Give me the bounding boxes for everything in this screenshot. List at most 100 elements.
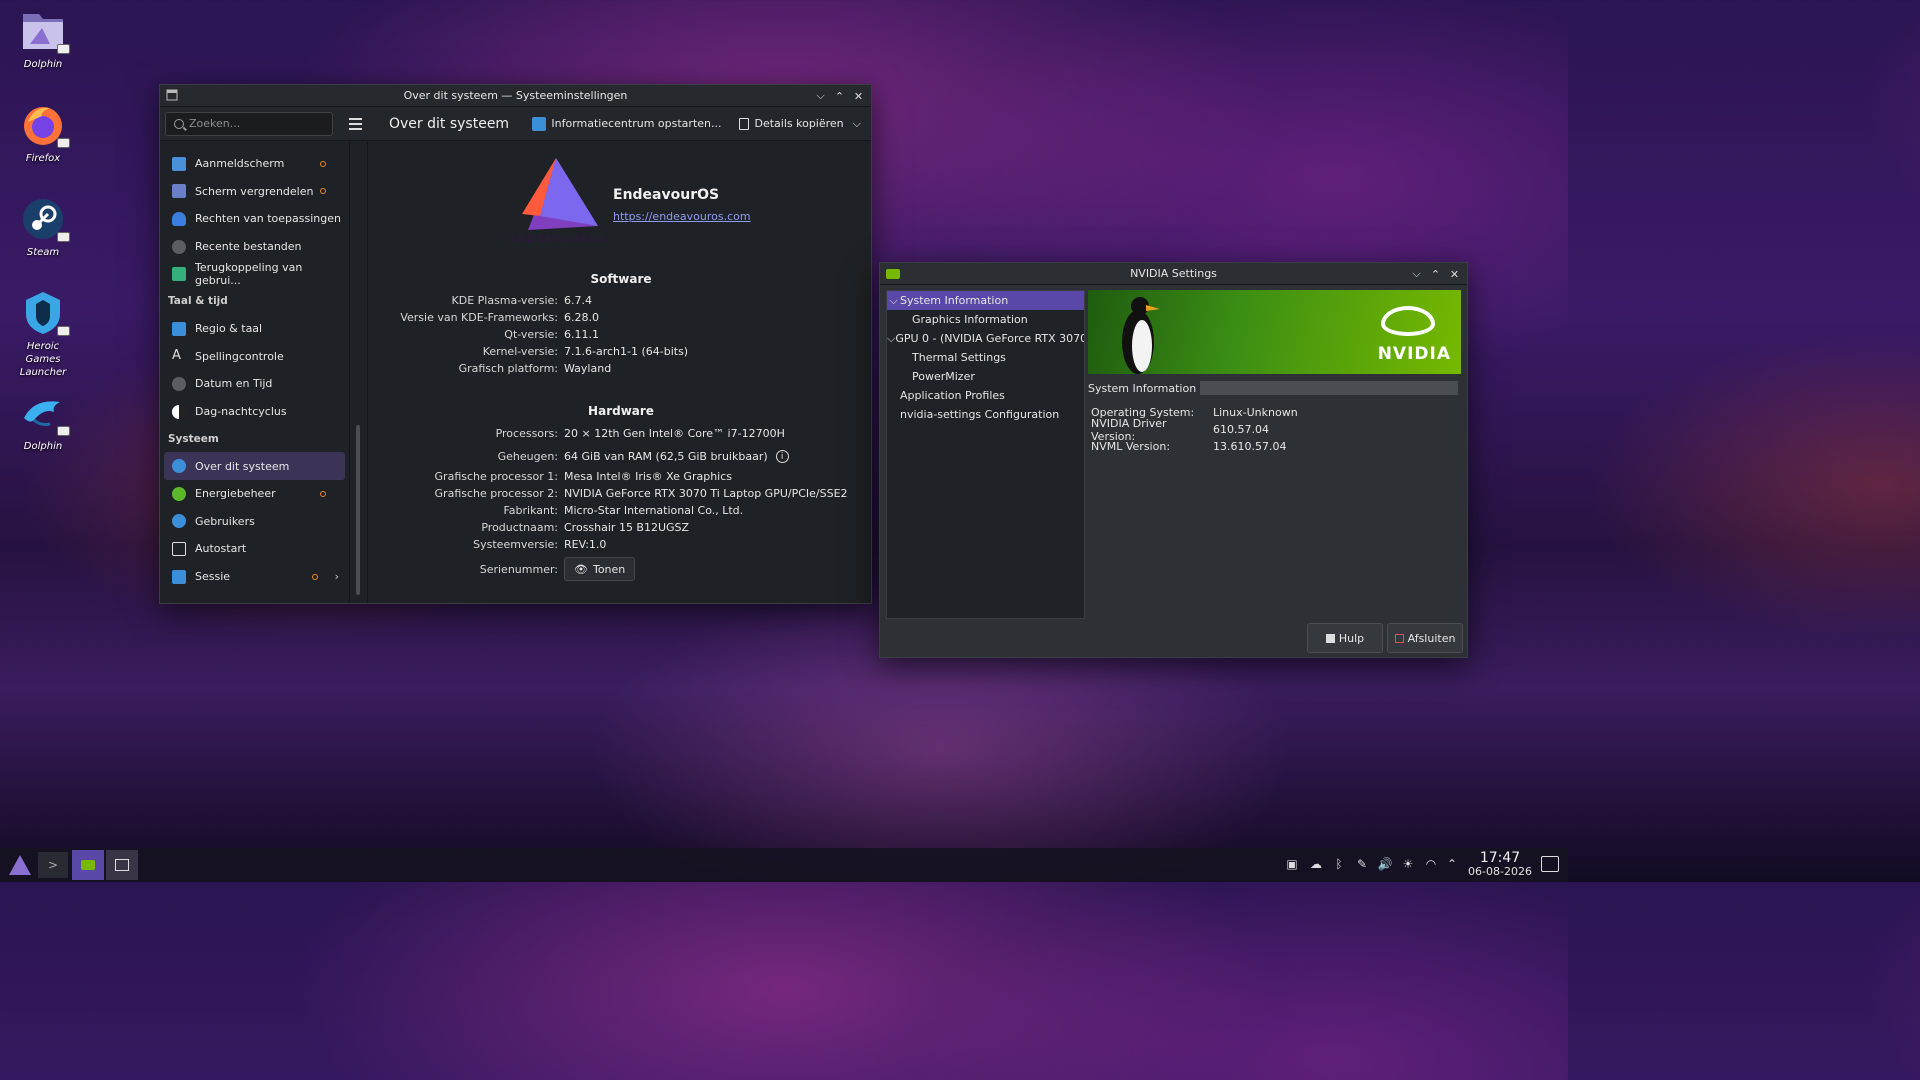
info-key: NVIDIA Driver Version: [1091, 416, 1167, 443]
task-konsole[interactable]: > [38, 852, 68, 878]
section-label: System Information [1088, 381, 1197, 395]
brightness-tray-icon[interactable]: ☀ [1400, 856, 1416, 872]
show-serial-button[interactable]: 👁 Tonen [564, 557, 636, 581]
kv-key: Processors: [495, 427, 558, 440]
distro-url-link[interactable]: https://endeavouros.com [613, 210, 751, 223]
search-placeholder: Zoeken... [189, 117, 241, 130]
sidebar-item-scherm-vergrendelen[interactable]: Scherm vergrendelen [164, 178, 345, 206]
clock[interactable]: 17:47 06-08-2026 [1464, 851, 1536, 879]
kv-row: Geheugen: 64 GiB van RAM (62,5 GiB bruikb… [368, 445, 848, 468]
copy-details-button[interactable]: Details kopiëren ⌵ [739, 117, 861, 131]
sidebar-item-energiebeheer[interactable]: Energiebeheer [164, 480, 345, 508]
firefox-icon [20, 102, 70, 148]
tree-item-application-profiles[interactable]: Application Profiles [887, 386, 1084, 405]
sidebar-item-sessie[interactable]: Sessie › [164, 563, 345, 591]
tree-item-nvidia-settings-config[interactable]: nvidia-settings Configuration [887, 405, 1084, 424]
sidebar-item-over-dit-systeem[interactable]: Over dit systeem [164, 452, 345, 480]
help-button[interactable]: Hulp [1307, 623, 1383, 653]
steam-tray-icon[interactable]: ☁ [1308, 856, 1324, 872]
wifi-tray-icon[interactable]: ◠ [1423, 856, 1439, 872]
tree-item-label: Application Profiles [900, 389, 1005, 402]
settings-titlebar[interactable]: Over dit systeem — Systeeminstellingen ⌵… [160, 85, 871, 107]
sidebar-item-rechten[interactable]: Rechten van toepassingen [164, 205, 345, 233]
desktop-icon-steam[interactable]: Steam [8, 196, 78, 259]
sidebar-item-spellingcontrole[interactable]: A Spellingcontrole [164, 343, 345, 371]
sidebar-item-aanmeldscherm[interactable]: Aanmeldscherm [164, 150, 345, 178]
desktop-icon-dolphin[interactable]: Dolphin [8, 8, 78, 71]
sidebar-item-gebruikers[interactable]: Gebruikers [164, 508, 345, 536]
sidebar-item-terugkoppeling[interactable]: Terugkoppeling van gebrui... [164, 260, 345, 288]
nvidia-titlebar[interactable]: NVIDIA Settings ⌵ ⌃ ✕ [880, 263, 1467, 285]
sidebar-clipped-item [160, 142, 349, 150]
show-desktop-button[interactable] [1541, 856, 1559, 872]
search-field[interactable]: Zoeken... [165, 111, 333, 136]
clipboard-tray-icon[interactable]: ▣ [1284, 856, 1300, 872]
help-button-label: Hulp [1338, 631, 1365, 645]
volume-tray-icon[interactable]: 🔊 [1377, 856, 1393, 872]
close-button[interactable]: ✕ [850, 88, 867, 105]
task-system-settings[interactable] [106, 850, 138, 880]
app-launcher-button[interactable] [6, 852, 34, 878]
sidebar-item-autostart[interactable]: Autostart [164, 535, 345, 563]
info-icon [172, 459, 186, 474]
kv-value: REV:1.0 [564, 538, 607, 551]
sidebar-item-label: Recente bestanden [195, 240, 302, 254]
sidebar-item-datum-tijd[interactable]: Datum en Tijd [164, 370, 345, 398]
info-row: NVML Version: 13.610.57.04 [1091, 438, 1298, 455]
info-value: 610.57.04 [1213, 423, 1269, 436]
tree-item-label: Thermal Settings [912, 351, 1006, 364]
tray-expand-chevron-icon[interactable]: ⌃ [1444, 856, 1460, 872]
kv-key: Qt-versie: [504, 328, 558, 341]
modified-dot-icon [320, 160, 326, 167]
desktop-icon-firefox[interactable]: Firefox [8, 102, 78, 165]
sidebar-scrollbar[interactable] [356, 425, 360, 595]
system-info-section-header: System Information [1088, 381, 1458, 395]
copy-icon [739, 117, 750, 130]
autostart-icon [172, 541, 186, 556]
quit-button-label: Afsluiten [1407, 631, 1456, 645]
kv-key: Fabrikant: [503, 504, 558, 517]
maximize-button[interactable]: ⌃ [831, 88, 848, 105]
desktop-icon-dolphin-emu[interactable]: Dolphin [8, 390, 78, 453]
sidebar-item-regio-taal[interactable]: Regio & taal [164, 315, 345, 343]
info-center-button[interactable]: Informatiecentrum opstarten... [532, 116, 721, 131]
memory-info-icon[interactable]: i [775, 450, 789, 463]
tree-item-label: System Information [900, 294, 1009, 307]
tree-item-gpu0[interactable]: ⌵GPU 0 - (NVIDIA GeForce RTX 3070 Ti La [887, 329, 1084, 348]
sidebar-item-label: Over dit systeem [195, 459, 290, 473]
desktop-icon-label: Steam [26, 247, 60, 258]
tree-item-powermizer[interactable]: PowerMizer [887, 367, 1084, 386]
tree-item-label: Graphics Information [912, 313, 1028, 326]
nvidia-app-icon [886, 269, 900, 279]
chevron-right-icon: › [334, 570, 339, 584]
clock-time: 17:47 [1479, 850, 1521, 866]
minimize-button[interactable]: ⌵ [1408, 266, 1425, 283]
clock-icon [172, 376, 186, 391]
close-button[interactable]: ✕ [1446, 266, 1463, 283]
hardware-list: Processors: 20 × 12th Gen Intel® Core™ i7… [368, 425, 848, 582]
tree-item-graphics-information[interactable]: Graphics Information [887, 310, 1084, 329]
hamburger-menu-button[interactable] [341, 112, 369, 136]
kv-value: Micro-Star International Co., Ltd. [564, 504, 744, 517]
modified-dot-icon [312, 573, 318, 580]
copy-details-label: Details kopiëren [754, 117, 844, 130]
window-menu-icon[interactable] [166, 89, 178, 101]
info-center-icon [532, 116, 547, 131]
sidebar-item-recente-bestanden[interactable]: Recente bestanden [164, 233, 345, 261]
maximize-button[interactable]: ⌃ [1427, 266, 1444, 283]
tree-item-system-information[interactable]: ⌵ System Information [887, 291, 1084, 310]
minimize-button[interactable]: ⌵ [812, 88, 829, 105]
bluetooth-tray-icon[interactable]: ᛒ [1331, 856, 1347, 872]
pin-tray-icon[interactable]: ✎ [1354, 856, 1370, 872]
task-nvidia-settings[interactable] [72, 850, 104, 880]
info-value: Linux-Unknown [1213, 406, 1298, 419]
shortcut-badge-icon [57, 426, 70, 436]
kv-value: 6.28.0 [564, 311, 599, 324]
quit-button[interactable]: Afsluiten [1387, 623, 1463, 653]
terminal-icon: > [47, 858, 59, 872]
endeavouros-logo: ENDEAVOUROS [510, 154, 606, 250]
sidebar-item-dag-nacht[interactable]: Dag-nachtcyclus [164, 398, 345, 426]
tree-item-thermal-settings[interactable]: Thermal Settings [887, 348, 1084, 367]
desktop-icon-heroic[interactable]: Heroic Games Launcher [8, 290, 78, 379]
kv-value: Wayland [564, 362, 612, 375]
